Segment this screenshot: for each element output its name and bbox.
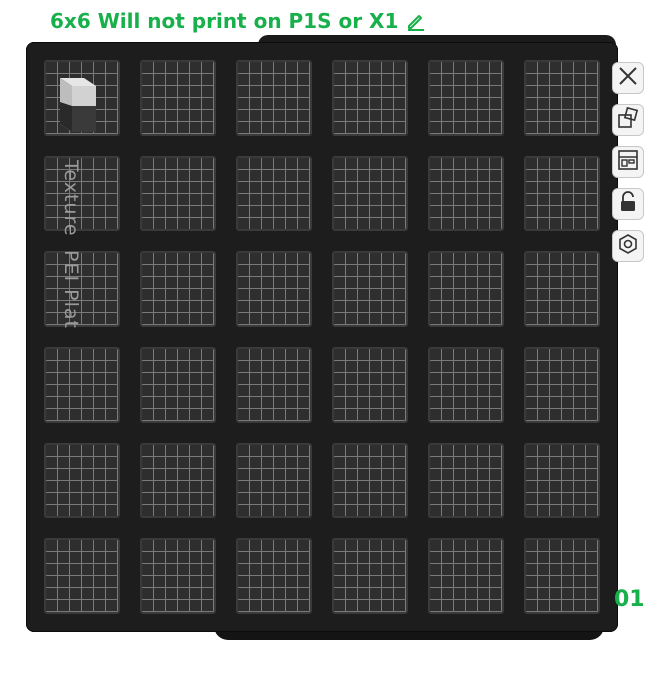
plate-number: 01: [614, 587, 645, 612]
grid-bin-r2-c4[interactable]: [332, 155, 408, 232]
grid-bin-r1-c2[interactable]: [140, 60, 216, 136]
grid-bin-r3-c5[interactable]: [428, 251, 504, 327]
grid-bin-r4-c3[interactable]: [236, 347, 312, 423]
arrange-button[interactable]: [612, 146, 644, 178]
auto-orient-button[interactable]: [612, 104, 644, 136]
lock-plate-button[interactable]: [612, 188, 644, 220]
grid-bin-r5-c4[interactable]: [332, 442, 408, 519]
arrange-icon: [617, 149, 639, 175]
prime-tower-cube-icon: [56, 72, 98, 134]
grid-bin-r3-c4[interactable]: [332, 251, 408, 327]
lock-icon: [617, 191, 639, 217]
grid-bin-r5-c1[interactable]: [44, 442, 120, 519]
auto-orient-icon: [617, 106, 639, 133]
bed-plate-type-label: PEI Plat: [60, 250, 82, 329]
grid-bin-r6-c2[interactable]: [140, 538, 216, 614]
bed-texture-label: Texture: [60, 160, 82, 237]
grid-bin-r6-c6[interactable]: [524, 538, 600, 614]
grid-bin-r4-c5[interactable]: [428, 347, 504, 423]
grid-bin-r4-c6[interactable]: [524, 347, 600, 423]
grid-bin-r2-c2[interactable]: [140, 155, 216, 232]
grid-bin-r1-c3[interactable]: [236, 60, 312, 136]
grid-bin-r4-c2[interactable]: [140, 347, 216, 423]
grid-bin-r5-c2[interactable]: [140, 442, 216, 519]
edit-pencil-icon[interactable]: [406, 11, 426, 31]
grid-bin-r1-c5[interactable]: [428, 60, 504, 136]
close-icon: [617, 65, 639, 91]
grid-bin-r2-c6[interactable]: [524, 155, 600, 232]
build-plate[interactable]: [26, 42, 618, 632]
grid-bin-r3-c2[interactable]: [140, 251, 216, 327]
grid-bin-r6-c5[interactable]: [428, 538, 504, 614]
grid-bin-r6-c1[interactable]: [44, 538, 120, 614]
plate-name[interactable]: 6x6 Will not print on P1S or X1: [50, 9, 398, 33]
plate-title-bar[interactable]: 6x6 Will not print on P1S or X1: [50, 6, 426, 36]
grid-bin-r4-c1[interactable]: [44, 347, 120, 423]
grid-bin-r1-c6[interactable]: [524, 60, 600, 136]
settings-icon: [617, 233, 639, 259]
grid-bin-r5-c3[interactable]: [236, 442, 312, 519]
grid-bin-r2-c5[interactable]: [428, 155, 504, 232]
grid-bin-r3-c3[interactable]: [236, 251, 312, 327]
plate-settings-button[interactable]: [612, 230, 644, 262]
delete-plate-button[interactable]: [612, 62, 644, 94]
grid-bin-r2-c3[interactable]: [236, 155, 312, 232]
grid-bin-r5-c6[interactable]: [524, 442, 600, 519]
plate-toolbar: [612, 62, 646, 262]
grid-bin-r6-c3[interactable]: [236, 538, 312, 614]
grid-bin-r4-c4[interactable]: [332, 347, 408, 423]
grid-bin-r3-c1[interactable]: [44, 251, 120, 327]
grid-bin-r6-c4[interactable]: [332, 538, 408, 614]
grid-bin-r3-c6[interactable]: [524, 251, 600, 327]
grid-bin-r5-c5[interactable]: [428, 442, 504, 519]
grid-bin-r1-c4[interactable]: [332, 60, 408, 136]
grid-bin-r2-c1[interactable]: [44, 155, 120, 232]
